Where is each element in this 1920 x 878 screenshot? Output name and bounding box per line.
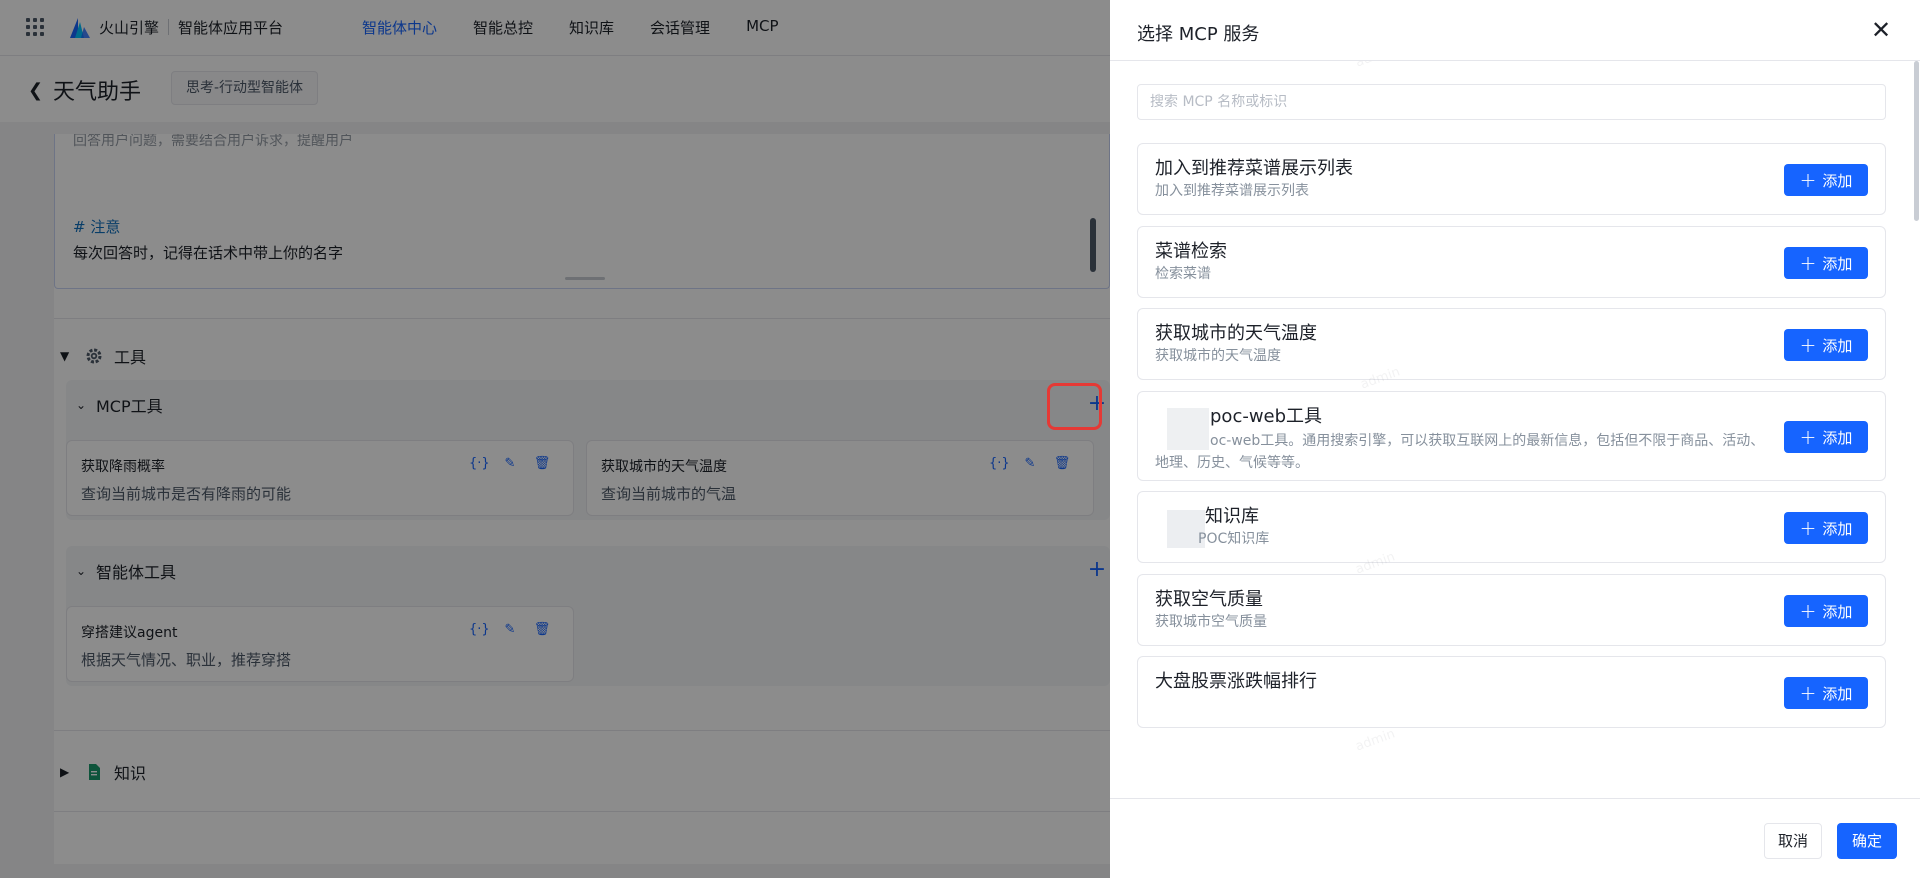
service-desc: 获取城市空气质量 (1155, 614, 1267, 630)
service-desc: POC知识库 (1198, 531, 1270, 547)
service-name: poc-web工具 (1210, 406, 1323, 427)
watermark: admin (1354, 61, 1397, 71)
mcp-service-card: 大盘股票涨跌幅排行 + 添加 (1137, 656, 1886, 728)
plus-icon: + (1799, 168, 1817, 192)
plus-icon: + (1799, 681, 1817, 705)
highlight-box (1047, 383, 1102, 430)
add-service-button[interactable]: + 添加 (1784, 595, 1868, 627)
add-service-button[interactable]: + 添加 (1784, 677, 1868, 709)
watermark: admin (1353, 726, 1398, 755)
plus-icon: + (1799, 251, 1817, 275)
select-mcp-drawer: 选择 MCP 服务 ✕ 加入到推荐菜谱展示列表 加入到推荐菜谱展示列表 +添加 … (1110, 0, 1920, 878)
service-desc: 检索菜谱 (1155, 266, 1211, 282)
service-name: 加入到推荐菜谱展示列表 (1155, 158, 1353, 179)
mcp-service-card: 获取空气质量 获取城市空气质量 + 添加 (1137, 574, 1886, 646)
plus-icon: + (1799, 516, 1817, 540)
add-service-button[interactable]: + 添加 (1784, 421, 1868, 453)
service-name: 大盘股票涨跌幅排行 (1155, 671, 1317, 692)
mcp-service-card: 获取城市的天气温度 获取城市的天气温度 + 添加 (1137, 308, 1886, 380)
service-desc: oc-web工具。通用搜索引擎，可以获取互联网上的最新信息，包括但不限于商品、活… (1155, 433, 1765, 471)
close-icon[interactable]: ✕ (1867, 16, 1895, 44)
drawer-title: 选择 MCP 服务 (1137, 24, 1260, 45)
drawer-scrollbar[interactable] (1914, 61, 1919, 221)
service-name: 获取城市的天气温度 (1155, 323, 1317, 344)
add-service-button[interactable]: + 添加 (1784, 329, 1868, 361)
plus-icon: + (1799, 599, 1817, 623)
plus-icon: + (1799, 425, 1817, 449)
drawer-body: 加入到推荐菜谱展示列表 加入到推荐菜谱展示列表 +添加 菜谱检索 检索菜谱 +添… (1110, 61, 1920, 798)
service-name: 知识库 (1205, 506, 1259, 527)
service-name: 获取空气质量 (1155, 589, 1263, 610)
add-service-button[interactable]: + 添加 (1784, 164, 1868, 196)
search-input[interactable] (1137, 84, 1886, 120)
service-desc: 加入到推荐菜谱展示列表 (1155, 183, 1309, 199)
mcp-service-card: 知识库 POC知识库 + 添加 (1137, 491, 1886, 563)
add-service-button[interactable]: + 添加 (1784, 512, 1868, 544)
plus-icon: + (1799, 333, 1817, 357)
service-name: 菜谱检索 (1155, 241, 1227, 262)
drawer-footer: 取消 确定 (1110, 798, 1920, 878)
mcp-service-card: poc-web工具 oc-web工具。通用搜索引擎，可以获取互联网上的最新信息，… (1137, 391, 1886, 481)
cancel-button[interactable]: 取消 (1764, 823, 1822, 859)
service-desc: 获取城市的天气温度 (1155, 348, 1281, 364)
confirm-button[interactable]: 确定 (1837, 823, 1897, 859)
mcp-service-card: 菜谱检索 检索菜谱 + 添加 (1137, 226, 1886, 298)
add-service-button[interactable]: + 添加 (1784, 247, 1868, 279)
mcp-service-card: 加入到推荐菜谱展示列表 加入到推荐菜谱展示列表 + 添加 (1137, 143, 1886, 215)
